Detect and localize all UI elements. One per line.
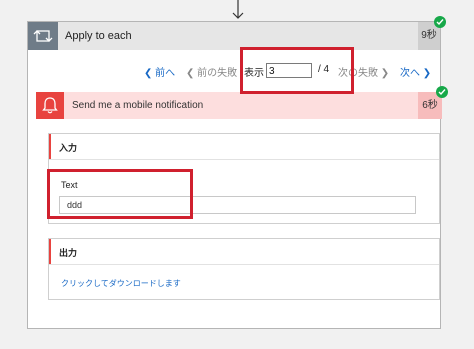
page-highlight-box: [240, 47, 354, 94]
bell-icon-box: [36, 92, 64, 119]
action-title: Send me a mobile notification: [72, 100, 204, 111]
action-header[interactable]: Send me a mobile notification 6秒: [36, 92, 442, 119]
chevron-right-icon: ❯: [380, 68, 390, 79]
inputs-header[interactable]: 入力: [49, 134, 439, 160]
prev-failed-label: 前の失敗: [197, 68, 238, 79]
next-button[interactable]: 次へ ❯: [400, 64, 431, 79]
download-link[interactable]: クリックしてダウンロードします: [61, 278, 181, 289]
text-highlight-box: [47, 169, 193, 219]
bell-icon: [42, 97, 58, 114]
connector-arrow-icon: [232, 0, 244, 19]
loop-header[interactable]: Apply to each 9秒: [28, 22, 440, 50]
loop-title: Apply to each: [65, 30, 132, 42]
prev-failed-button[interactable]: ❮ 前の失敗: [186, 64, 237, 79]
action-success-check-icon: [436, 86, 448, 98]
chevron-left-icon: ❮: [144, 68, 153, 79]
next-label: 次へ: [400, 68, 420, 79]
chevron-left-icon: ❮: [186, 68, 195, 79]
inputs-heading: 入力: [59, 143, 78, 153]
outputs-header[interactable]: 出力: [49, 239, 439, 265]
outputs-section: 出力 クリックしてダウンロードします: [48, 238, 440, 300]
chevron-right-icon: ❯: [422, 68, 432, 79]
prev-label: 前へ: [155, 68, 176, 79]
loop-success-check-icon: [434, 16, 446, 28]
prev-button[interactable]: ❮ 前へ: [144, 64, 175, 79]
loop-icon-box: [28, 22, 58, 50]
loop-icon: [33, 30, 53, 42]
outputs-heading: 出力: [59, 248, 78, 258]
